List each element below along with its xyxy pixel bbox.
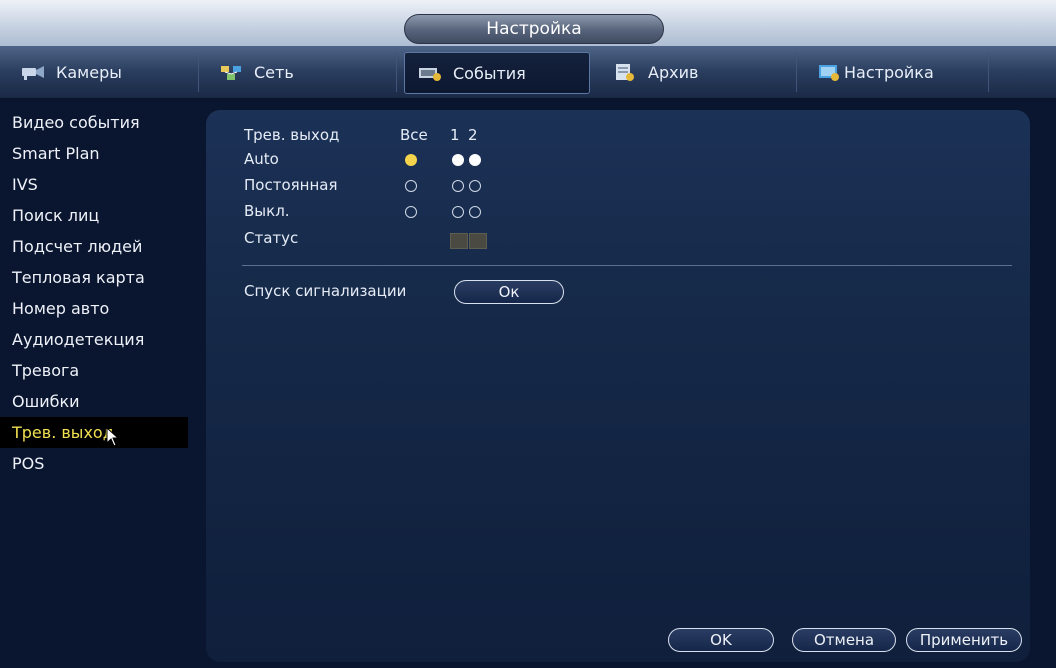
camera-icon [20,62,46,82]
divider [242,265,1012,266]
tab-archive[interactable]: Архив [600,52,797,92]
events-icon [417,63,443,83]
alarm-release-ok-button[interactable]: Ок [454,280,564,304]
tab-label: Архив [648,62,699,82]
column-channel-2-label: 2 [468,126,478,144]
system-settings-icon [816,62,842,82]
mode-auto-all-radio[interactable] [405,154,417,166]
network-icon [218,62,244,82]
mode-constant-label: Постоянная [244,176,338,194]
sidebar-item-license-plate[interactable]: Номер авто [0,293,196,324]
sidebar-item-video-events[interactable]: Видео события [0,107,196,138]
mode-off-label: Выкл. [244,202,290,220]
mouse-cursor-icon [106,427,120,447]
main-tab-bar: Камеры Сеть События Архив Настройка [0,46,1056,99]
status-indicator-ch1 [450,233,468,249]
sidebar-item-alarm-out[interactable]: Трев. выход [0,417,188,448]
mode-off-all-radio[interactable] [405,206,417,218]
mode-auto-ch2-radio[interactable] [469,154,481,166]
title-bar: Настройка [0,0,1056,46]
sidebar-item-smart-plan[interactable]: Smart Plan [0,138,196,169]
sidebar-item-people-counting[interactable]: Подсчет людей [0,231,196,262]
mode-constant-all-radio[interactable] [405,180,417,192]
column-all-label: Все [400,126,428,144]
sidebar: Видео события Smart Plan IVS Поиск лиц П… [0,99,196,668]
sidebar-item-pos[interactable]: POS [0,448,196,479]
sidebar-item-errors[interactable]: Ошибки [0,386,196,417]
tab-label: События [453,63,526,83]
tab-label: Камеры [56,62,122,82]
mode-off-ch1-radio[interactable] [452,206,464,218]
tab-label: Настройка [844,62,934,82]
mode-auto-ch1-radio[interactable] [452,154,464,166]
archive-icon [612,62,638,82]
tab-system-settings[interactable]: Настройка [804,52,989,92]
window-title: Настройка [404,14,664,44]
tab-label: Сеть [254,62,294,82]
alarm-release-label: Спуск сигнализации [244,282,407,300]
mode-constant-ch2-radio[interactable] [469,180,481,192]
sidebar-item-heat-map[interactable]: Тепловая карта [0,262,196,293]
tab-cameras[interactable]: Камеры [8,52,199,92]
sidebar-item-label: Трев. выход [12,423,114,442]
apply-button[interactable]: Применить [906,628,1022,652]
sidebar-item-alarm[interactable]: Тревога [0,355,196,386]
tab-network[interactable]: Сеть [206,52,397,92]
mode-constant-ch1-radio[interactable] [452,180,464,192]
mode-off-ch2-radio[interactable] [469,206,481,218]
column-channel-1-label: 1 [450,126,460,144]
tab-events[interactable]: События [404,52,590,94]
sidebar-item-audio-detection[interactable]: Аудиодетекция [0,324,196,355]
cancel-button[interactable]: Отмена [792,628,896,652]
ok-button[interactable]: OK [668,628,774,652]
alarm-out-header-label: Трев. выход [244,126,340,144]
status-label: Статус [244,229,299,247]
status-indicator-ch2 [469,233,487,249]
mode-auto-label: Auto [244,150,279,168]
alarm-out-panel: Трев. выход Все 1 2 Auto Постоянная Выкл… [206,110,1030,662]
sidebar-item-face-search[interactable]: Поиск лиц [0,200,196,231]
sidebar-item-ivs[interactable]: IVS [0,169,196,200]
